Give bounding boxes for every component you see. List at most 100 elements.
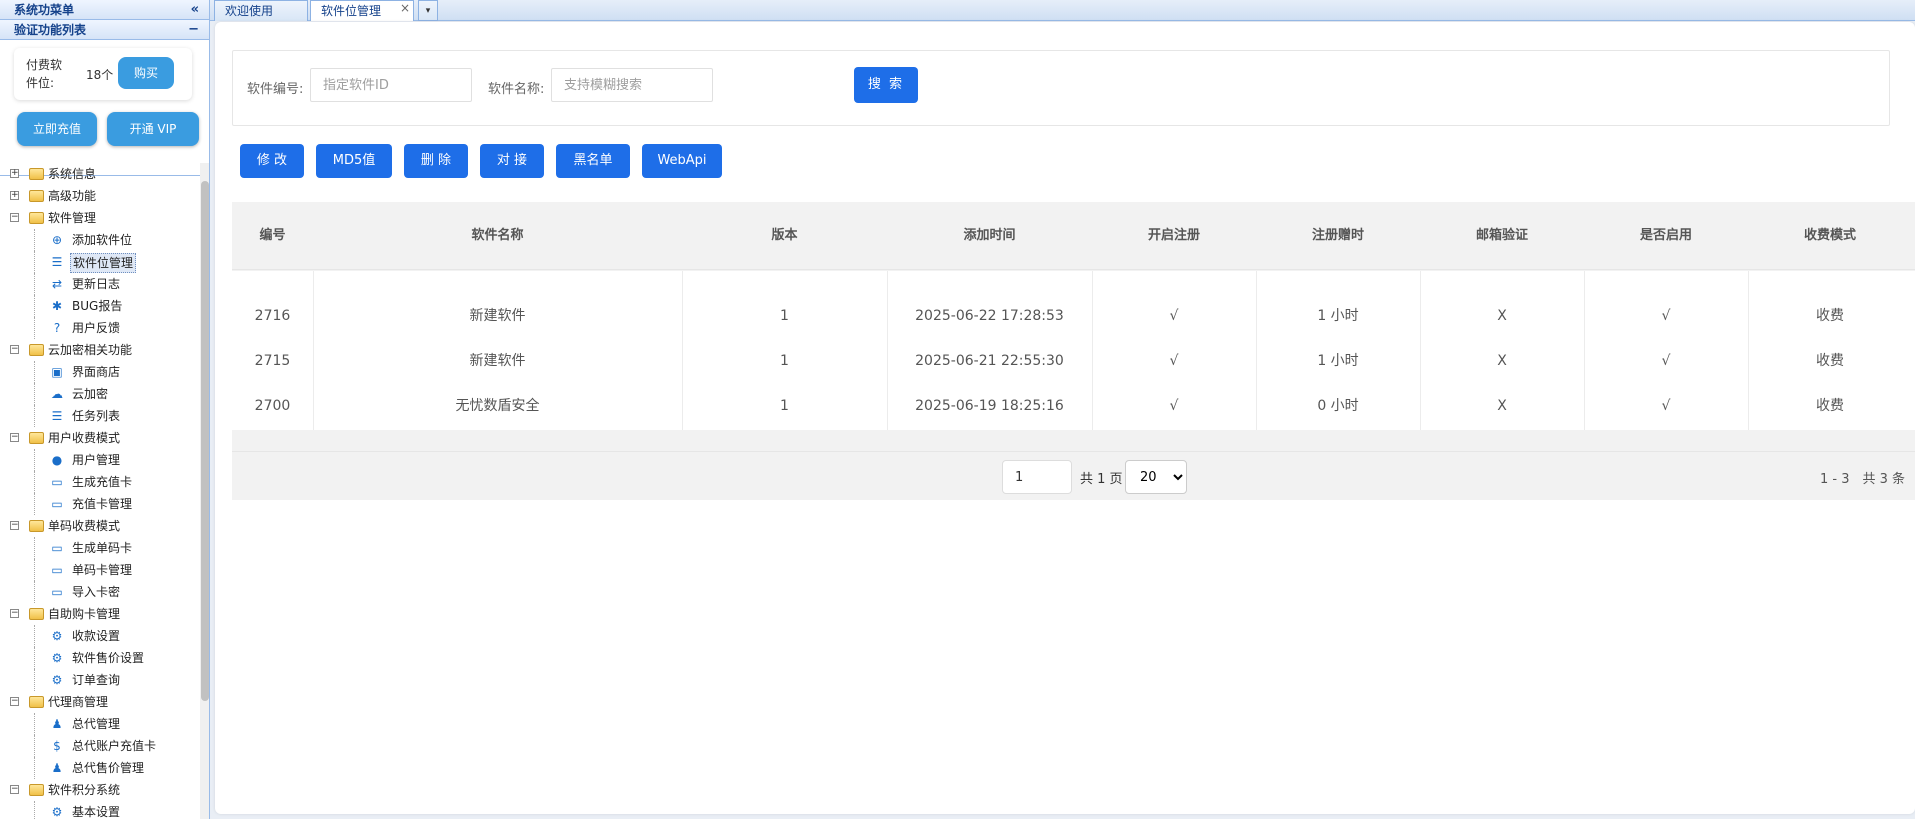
blacklist-button[interactable]: 黑名单 — [556, 144, 630, 178]
tree-item[interactable]: ▭ 充值卡管理 — [0, 493, 200, 515]
delete-button[interactable]: 删 除 — [404, 144, 468, 178]
edit-button[interactable]: 修 改 — [240, 144, 304, 178]
auth-panel-header[interactable]: 验证功能列表 − — [0, 20, 209, 40]
page-number-input[interactable] — [1002, 460, 1072, 494]
tree-item[interactable]: ▣ 界面商店 — [0, 361, 200, 383]
buy-button[interactable]: 购买 — [118, 57, 174, 89]
folder-icon — [29, 608, 44, 620]
collapse-node-icon[interactable]: − — [10, 521, 19, 530]
tree-group[interactable]: − 单码收费模式 — [0, 515, 200, 537]
tree-item[interactable]: ▭ 生成充值卡 — [0, 471, 200, 493]
table-row[interactable]: 2715 新建软件 1 2025-06-21 22:55:30 √ 1 小时 X √ 收费 — [232, 339, 1915, 384]
tree-item[interactable]: ⚙ 订单查询 — [0, 669, 200, 691]
tree-item[interactable]: ♟ 总代管理 — [0, 713, 200, 735]
store-icon: ▣ — [51, 365, 63, 379]
tab-welcome[interactable]: 欢迎使用 — [214, 0, 308, 21]
tree-item[interactable]: ☰ 任务列表 — [0, 405, 200, 427]
tree-group[interactable]: + 高级功能 — [0, 185, 200, 207]
tree-connector — [34, 251, 35, 273]
vip-button[interactable]: 开通 VIP — [107, 112, 199, 146]
tree-group[interactable]: − 云加密相关功能 — [0, 339, 200, 361]
tree-label: 系统信息 — [48, 167, 97, 181]
scrollbar-thumb[interactable] — [201, 181, 209, 701]
md5-button[interactable]: MD5值 — [316, 144, 392, 178]
tree-item[interactable]: ✱ BUG报告 — [0, 295, 200, 317]
collapse-node-icon[interactable]: − — [10, 697, 19, 706]
tree-group[interactable]: − 软件积分系统 — [0, 779, 200, 801]
card-icon: ▭ — [51, 475, 63, 489]
tree-item[interactable]: ▭ 导入卡密 — [0, 581, 200, 603]
tree-label: 任务列表 — [72, 409, 121, 423]
table-row[interactable]: 2700 无忧数盾安全 1 2025-06-19 18:25:16 √ 0 小时 X √ 收费 — [232, 384, 1915, 429]
column-header[interactable]: 注册赠时 — [1256, 202, 1420, 270]
tree-item[interactable]: ☁ 云加密 — [0, 383, 200, 405]
tree-item[interactable]: ♟ 总代售价管理 — [0, 757, 200, 779]
table-row[interactable]: 2716 新建软件 1 2025-06-22 17:28:53 √ 1 小时 X √ 收费 — [232, 294, 1915, 339]
collapse-node-icon[interactable]: − — [10, 433, 19, 442]
column-header[interactable]: 开启注册 — [1092, 202, 1256, 270]
sidebar-scrollbar[interactable] — [200, 163, 209, 819]
tree-group[interactable]: − 软件管理 — [0, 207, 200, 229]
table-cell: 收费 — [1816, 308, 1844, 324]
tab-menu-dropdown-icon[interactable]: ▾ — [418, 0, 438, 21]
record-summary: 1 - 3 共 3 条 — [1820, 472, 1906, 487]
tab-software-management[interactable]: 软件位管理 × — [310, 0, 414, 21]
tree-connector — [34, 229, 35, 251]
search-panel: 软件编号: 软件名称: 搜 索 — [232, 50, 1890, 126]
tree-label: 单码卡管理 — [72, 563, 133, 577]
tree-item[interactable]: ▭ 单码卡管理 — [0, 559, 200, 581]
tree-item[interactable]: ? 用户反馈 — [0, 317, 200, 339]
expand-node-icon[interactable]: + — [10, 191, 19, 200]
software-id-input[interactable] — [310, 68, 472, 102]
column-header[interactable]: 软件名称 — [313, 202, 682, 270]
collapse-auth-icon[interactable]: − — [188, 20, 199, 40]
collapse-node-icon[interactable]: − — [10, 213, 19, 222]
tree-connector — [34, 361, 35, 383]
collapse-node-icon[interactable]: − — [10, 345, 19, 354]
tree-group[interactable]: − 代理商管理 — [0, 691, 200, 713]
tree-connector — [34, 559, 35, 581]
column-header[interactable]: 版本 — [682, 202, 887, 270]
tree-label: 导入卡密 — [72, 585, 121, 599]
tree-item[interactable]: ⚙ 收款设置 — [0, 625, 200, 647]
page-size-select[interactable]: 10203050 — [1125, 460, 1187, 494]
software-name-input[interactable] — [551, 68, 713, 102]
column-header[interactable]: 收费模式 — [1748, 202, 1912, 270]
collapse-node-icon[interactable]: − — [10, 609, 19, 618]
tree-group[interactable]: − 用户收费模式 — [0, 427, 200, 449]
table-cell: √ — [1661, 353, 1671, 369]
recharge-button[interactable]: 立即充值 — [17, 112, 97, 146]
tree-item[interactable]: ⇄ 更新日志 — [0, 273, 200, 295]
tree-item[interactable]: ⊕ 添加软件位 — [0, 229, 200, 251]
webapi-button[interactable]: WebApi — [642, 144, 722, 178]
tree-label: 自助购卡管理 — [48, 607, 121, 621]
column-header[interactable]: 邮箱验证 — [1420, 202, 1584, 270]
card-icon: ▭ — [51, 563, 63, 577]
tree-connector — [34, 493, 35, 515]
tree-item[interactable]: ⚙ 基本设置 — [0, 801, 200, 819]
software-id-label: 软件编号: — [247, 82, 304, 97]
tree-item[interactable]: ☰ 软件位管理 — [0, 251, 200, 273]
column-header[interactable]: 添加时间 — [887, 202, 1092, 270]
auth-panel-title: 验证功能列表 — [14, 23, 87, 37]
expand-node-icon[interactable]: + — [10, 169, 19, 178]
column-header[interactable]: 是否启用 — [1584, 202, 1748, 270]
tree-item[interactable]: ▭ 生成单码卡 — [0, 537, 200, 559]
tree-item[interactable]: ⚙ 软件售价设置 — [0, 647, 200, 669]
tree-label: 基本设置 — [72, 805, 121, 819]
tree-item[interactable]: ● 用户管理 — [0, 449, 200, 471]
tree-group[interactable]: + 系统信息 — [0, 163, 200, 185]
connect-button[interactable]: 对 接 — [480, 144, 544, 178]
tree-group[interactable]: − 自助购卡管理 — [0, 603, 200, 625]
tree-label: 用户管理 — [72, 453, 121, 467]
tree-label: 代理商管理 — [48, 695, 109, 709]
tree-label: 软件位管理 — [70, 253, 137, 273]
auth-box: 付费软件位: 18个 购买 立即充值 开通 VIP — [0, 40, 209, 176]
column-header[interactable]: 编号 — [232, 202, 313, 270]
sidebar-title: 系统功菜单 — [14, 3, 75, 17]
collapse-node-icon[interactable]: − — [10, 785, 19, 794]
collapse-sidebar-icon[interactable]: « — [191, 0, 199, 20]
tree-item[interactable]: $ 总代账户充值卡 — [0, 735, 200, 757]
search-button[interactable]: 搜 索 — [854, 67, 918, 103]
close-tab-icon[interactable]: × — [400, 0, 410, 18]
